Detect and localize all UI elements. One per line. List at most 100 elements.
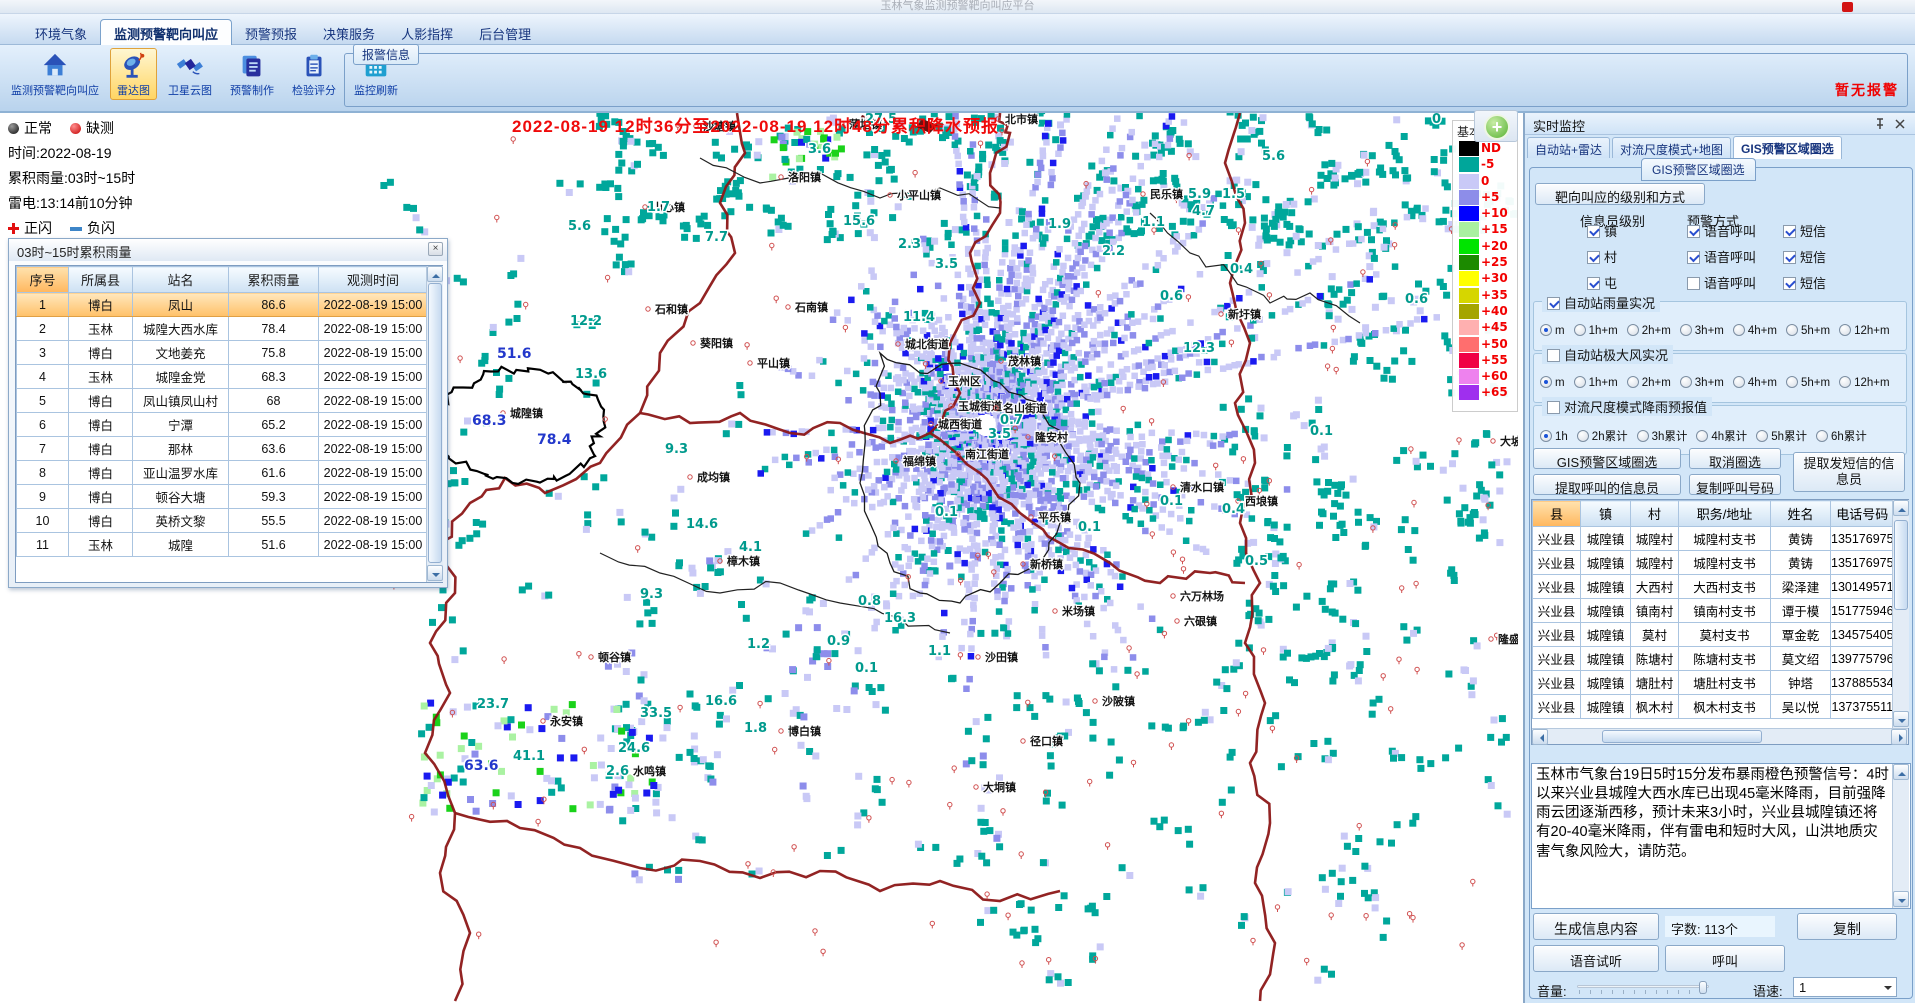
checkbox[interactable] — [1587, 277, 1600, 290]
toolbar-item-5[interactable]: 检验评分 — [285, 48, 343, 100]
message-scrollbar[interactable] — [1892, 764, 1909, 908]
menu-tab-2[interactable]: 监测预警靶向叫应 — [100, 19, 232, 48]
table-row[interactable]: 7博白那林63.62022-08-19 15:00 — [17, 437, 428, 461]
checkbox[interactable] — [1783, 225, 1796, 238]
panel-tab-2[interactable]: 对流尺度模式+地图 — [1612, 137, 1731, 158]
contact-col-header[interactable]: 电话号码 — [1831, 501, 1895, 527]
close-icon[interactable]: × — [428, 242, 443, 256]
pin-icon[interactable] — [1873, 117, 1887, 131]
extract-sms-informers-button[interactable]: 提取发短信的信息员 — [1793, 452, 1905, 492]
radio-icon[interactable] — [1696, 430, 1708, 442]
checkbox[interactable] — [1547, 401, 1560, 414]
radio-option[interactable]: m — [1540, 325, 1565, 337]
level-checkbox[interactable]: 屯 — [1587, 273, 1617, 292]
radio-option[interactable]: 4h+m — [1733, 325, 1777, 337]
checkbox[interactable] — [1687, 251, 1700, 264]
radio-icon[interactable] — [1680, 324, 1692, 336]
contacts-hscrollbar[interactable] — [1532, 728, 1908, 744]
radio-option[interactable]: 4h+m — [1733, 377, 1777, 389]
level-checkbox[interactable]: 村 — [1587, 247, 1617, 266]
radio-icon[interactable] — [1540, 376, 1552, 388]
contact-col-header[interactable]: 姓名 — [1771, 501, 1831, 527]
contact-col-header[interactable]: 镇 — [1581, 501, 1631, 527]
sms-checkbox[interactable]: 短信 — [1783, 273, 1826, 292]
toolbar-item-4[interactable]: 预警制作 — [223, 48, 281, 100]
radio-option[interactable]: 12h+m — [1839, 377, 1889, 389]
table-row[interactable]: 兴业县城隍镇大西村大西村支书梁泽建130149571 — [1533, 575, 1895, 599]
close-icon[interactable] — [1893, 117, 1907, 131]
scroll-left-icon[interactable] — [1532, 729, 1548, 745]
rain-col-header[interactable]: 序号 — [17, 267, 69, 293]
checkbox[interactable] — [1587, 251, 1600, 264]
panel-tab-3[interactable]: GIS预警区域圈选 — [1733, 136, 1842, 159]
radio-icon[interactable] — [1839, 324, 1851, 336]
radio-option[interactable]: m — [1540, 377, 1565, 389]
radio-icon[interactable] — [1574, 324, 1586, 336]
table-row[interactable]: 5博白凤山镇凤山村682022-08-19 15:00 — [17, 389, 428, 413]
copy-button[interactable]: 复制 — [1797, 913, 1897, 940]
speed-dropdown[interactable]: 1 — [1793, 977, 1897, 997]
table-row[interactable]: 3博白文地姜充75.82022-08-19 15:00 — [17, 341, 428, 365]
radio-option[interactable]: 3h累计 — [1637, 431, 1688, 443]
contact-col-header[interactable]: 职务/地址 — [1679, 501, 1771, 527]
rain-col-header[interactable]: 所属县 — [69, 267, 133, 293]
sms-checkbox[interactable]: 短信 — [1783, 221, 1826, 240]
voice-call-checkbox[interactable]: 语音呼叫 — [1687, 273, 1756, 292]
contact-col-header[interactable]: 村 — [1631, 501, 1679, 527]
radio-option[interactable]: 1h+m — [1574, 377, 1618, 389]
scroll-up-icon[interactable] — [427, 266, 443, 282]
radio-icon[interactable] — [1637, 430, 1649, 442]
level-checkbox[interactable]: 镇 — [1587, 221, 1617, 240]
radio-option[interactable]: 5h+m — [1786, 325, 1830, 337]
contacts-table[interactable]: 县镇村职务/地址姓名电话号码兴业县城隍镇城隍村城隍村支书黄铸135176975兴… — [1531, 499, 1909, 745]
warning-message-textarea[interactable]: 玉林市气象台19日5时15分发布暴雨橙色预警信号：4时以来兴业县城隍大西水库已出… — [1531, 763, 1911, 909]
radio-icon[interactable] — [1574, 376, 1586, 388]
table-row[interactable]: 兴业县城隍镇镇南村镇南村支书谭于模151775946 — [1533, 599, 1895, 623]
menu-tab-3[interactable]: 预警预报 — [232, 20, 310, 48]
checkbox[interactable] — [1783, 251, 1796, 264]
radio-icon[interactable] — [1577, 430, 1589, 442]
voice-preview-button[interactable]: 语音试听 — [1533, 945, 1659, 972]
checkbox[interactable] — [1687, 277, 1700, 290]
scroll-down-icon[interactable] — [427, 565, 443, 581]
scroll-down-icon[interactable] — [1893, 711, 1909, 727]
radio-option[interactable]: 2h+m — [1627, 325, 1671, 337]
call-level-mode-button[interactable]: 靶向叫应的级别和方式 — [1535, 183, 1705, 205]
checkbox[interactable] — [1547, 349, 1560, 362]
menu-tab-6[interactable]: 后台管理 — [466, 20, 544, 48]
table-row[interactable]: 8博白亚山温罗水库61.62022-08-19 15:00 — [17, 461, 428, 485]
radio-icon[interactable] — [1627, 376, 1639, 388]
table-row[interactable]: 11玉林城隍51.62022-08-19 15:00 — [17, 533, 428, 557]
scroll-down-icon[interactable] — [1893, 891, 1909, 907]
checkbox[interactable] — [1547, 297, 1560, 310]
scroll-thumb[interactable] — [428, 283, 442, 563]
rain-col-header[interactable]: 观测时间 — [319, 267, 428, 293]
generate-message-button[interactable]: 生成信息内容 — [1533, 913, 1659, 940]
radio-option[interactable]: 5h累计 — [1756, 431, 1807, 443]
sms-checkbox[interactable]: 短信 — [1783, 247, 1826, 266]
gis-select-region-button[interactable]: GIS预警区域圈选 — [1533, 448, 1681, 469]
table-row[interactable]: 2玉林城隍大西水库78.42022-08-19 15:00 — [17, 317, 428, 341]
radio-option[interactable]: 1h — [1540, 431, 1568, 443]
toolbar-item-2[interactable]: 雷达图 — [110, 48, 157, 100]
copy-call-numbers-button[interactable]: 复制呼叫号码 — [1689, 474, 1781, 495]
table-row[interactable]: 兴业县城隍镇枫木村枫木村支书吴以悦137375511 — [1533, 695, 1895, 719]
rain-col-header[interactable]: 累积雨量 — [229, 267, 319, 293]
scroll-up-icon[interactable] — [1893, 764, 1909, 780]
rain-table-window[interactable]: 03时~15时累积雨量 × 序号所属县站名累积雨量观测时间1博白凤山86.620… — [8, 238, 448, 588]
table-row[interactable]: 兴业县城隍镇莫村莫村支书覃金乾134575405 — [1533, 623, 1895, 647]
table-row[interactable]: 兴业县城隍镇塘肚村塘肚村支书钟塔137885534 — [1533, 671, 1895, 695]
scroll-thumb[interactable] — [1602, 730, 1762, 743]
table-row[interactable]: 兴业县城隍镇城隍村城隍村支书黄铸135176975 — [1533, 527, 1895, 551]
table-row[interactable]: 9博白顿谷大塘59.32022-08-19 15:00 — [17, 485, 428, 509]
toolbar-item-1[interactable]: 监测预警靶向叫应 — [4, 48, 106, 100]
radio-icon[interactable] — [1816, 430, 1828, 442]
checkbox[interactable] — [1587, 225, 1600, 238]
radio-option[interactable]: 1h+m — [1574, 325, 1618, 337]
table-row[interactable]: 兴业县城隍镇城隍村城隍村支书黄铸135176975 — [1533, 551, 1895, 575]
cancel-region-button[interactable]: 取消圈选 — [1689, 448, 1781, 469]
radio-icon[interactable] — [1786, 376, 1798, 388]
toolbar-item-3[interactable]: 卫星云图 — [161, 48, 219, 100]
table-row[interactable]: 10博白英桥文黎55.52022-08-19 15:00 — [17, 509, 428, 533]
radio-option[interactable]: 6h累计 — [1816, 431, 1867, 443]
